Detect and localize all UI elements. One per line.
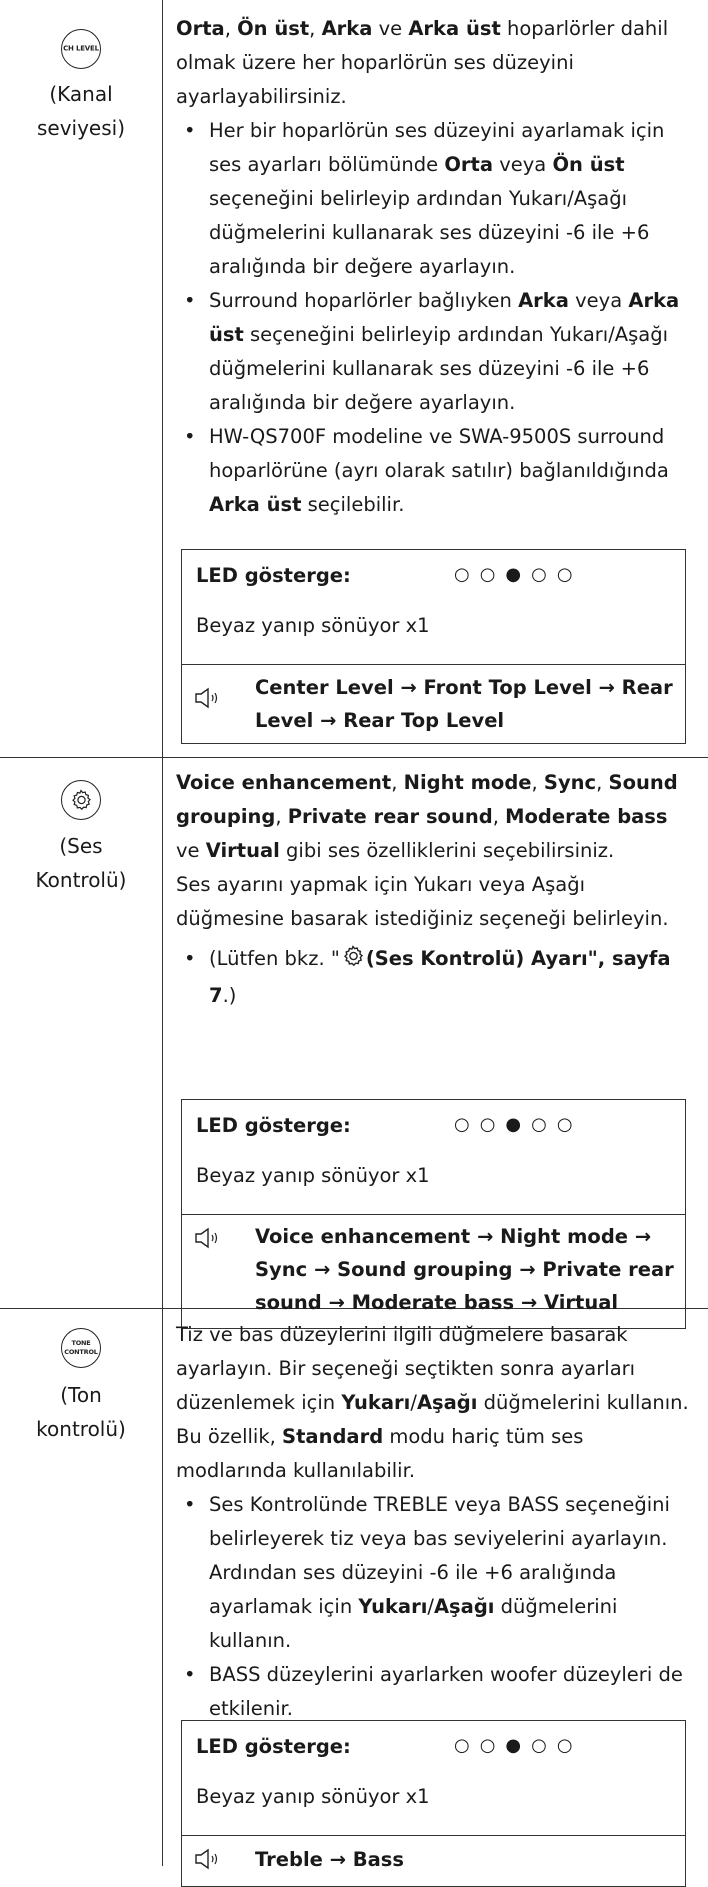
list-item: Ses Kontrolünde TREBLE veya BASS seçeneğ… [176,1488,696,1658]
tone-control-button-icon: TONE CONTROL [61,1328,101,1368]
led-status: Beyaz yanıp sönüyor x1 [196,1164,430,1187]
speaker-icon [194,1848,228,1875]
list-item: HW-QS700F modeline ve SWA-9500S surround… [176,420,696,522]
row-description: Orta, Ön üst, Arka ve Arka üst hoparlörl… [176,12,696,522]
gear-icon [340,944,366,979]
ch-level-button-icon: CH LEVEL [61,29,101,69]
led-label: LED gösterge: [196,564,351,587]
row-label: kontrolü) [36,1417,126,1441]
speaker-icon [194,1227,228,1254]
column-divider [162,0,163,1866]
row-left-cell: TONE CONTROL (Ton kontrolü) [0,1328,162,1446]
row-label: seviyesi) [36,116,126,140]
speaker-icon [194,687,228,714]
led-status: Beyaz yanıp sönüyor x1 [196,614,430,637]
led-status: Beyaz yanıp sönüyor x1 [196,1785,430,1808]
row-label: Kontrolü) [35,868,127,892]
gear-icon [61,780,101,820]
list-item: Her bir hoparlörün ses düzeyini ayarlama… [176,114,696,284]
row-description: Tiz ve bas düzeylerini ilgili düğmelere … [176,1318,696,1726]
led-dots: ○○●○○ [454,564,583,585]
sequence-text: sound → Moderate bass → Virtual [255,1291,619,1314]
bullet-list: Ses Kontrolünde TREBLE veya BASS seçeneğ… [176,1488,696,1726]
row-left-cell: CH LEVEL (Kanal seviyesi) [0,29,162,145]
manual-page: CH LEVEL (Kanal seviyesi) Orta, Ön üst, … [0,0,708,1887]
list-item: (Lütfen bkz. "(Ses Kontrolü) Ayarı", say… [176,942,696,1013]
desc-paragraph: Tiz ve bas düzeylerini ilgili düğmelere … [176,1323,689,1482]
row-label: (Kanal [49,82,113,106]
sequence-text: Sync → Sound grouping → Private rear [255,1258,674,1281]
desc-paragraph: Voice enhancement, Night mode, Sync, Sou… [176,771,678,862]
list-item: BASS düzeylerini ayarlarken woofer düzey… [176,1658,696,1726]
sequence-text: Center Level → Front Top Level → Rear [255,676,673,699]
row-description: Voice enhancement, Night mode, Sync, Sou… [176,766,696,1013]
led-label: LED gösterge: [196,1114,351,1137]
bullet-list: Her bir hoparlörün ses düzeyini ayarlama… [176,114,696,522]
led-dots: ○○●○○ [454,1735,583,1756]
sequence-text: Level → Rear Top Level [255,709,505,732]
led-dots: ○○●○○ [454,1114,583,1135]
sequence-text: Voice enhancement → Night mode → [255,1225,652,1248]
desc-paragraph: Orta, Ön üst, Arka ve Arka üst hoparlörl… [176,17,669,108]
row-label: (Ses [59,834,103,858]
row-divider [0,757,708,758]
row-label: (Ton [60,1383,102,1407]
bullet-list: (Lütfen bkz. "(Ses Kontrolü) Ayarı", say… [176,942,696,1013]
desc-paragraph: Ses ayarını yapmak için Yukarı veya Aşağ… [176,873,669,930]
row-left-cell: (Ses Kontrolü) [0,780,162,897]
list-item: Surround hoparlörler bağlıyken Arka veya… [176,284,696,420]
sequence-text: Treble → Bass [255,1848,405,1871]
led-indicator-box: LED gösterge: ○○●○○ Beyaz yanıp sönüyor … [181,1720,686,1887]
led-indicator-box: LED gösterge: ○○●○○ Beyaz yanıp sönüyor … [181,1099,686,1329]
led-label: LED gösterge: [196,1735,351,1758]
led-indicator-box: LED gösterge: ○○●○○ Beyaz yanıp sönüyor … [181,549,686,744]
